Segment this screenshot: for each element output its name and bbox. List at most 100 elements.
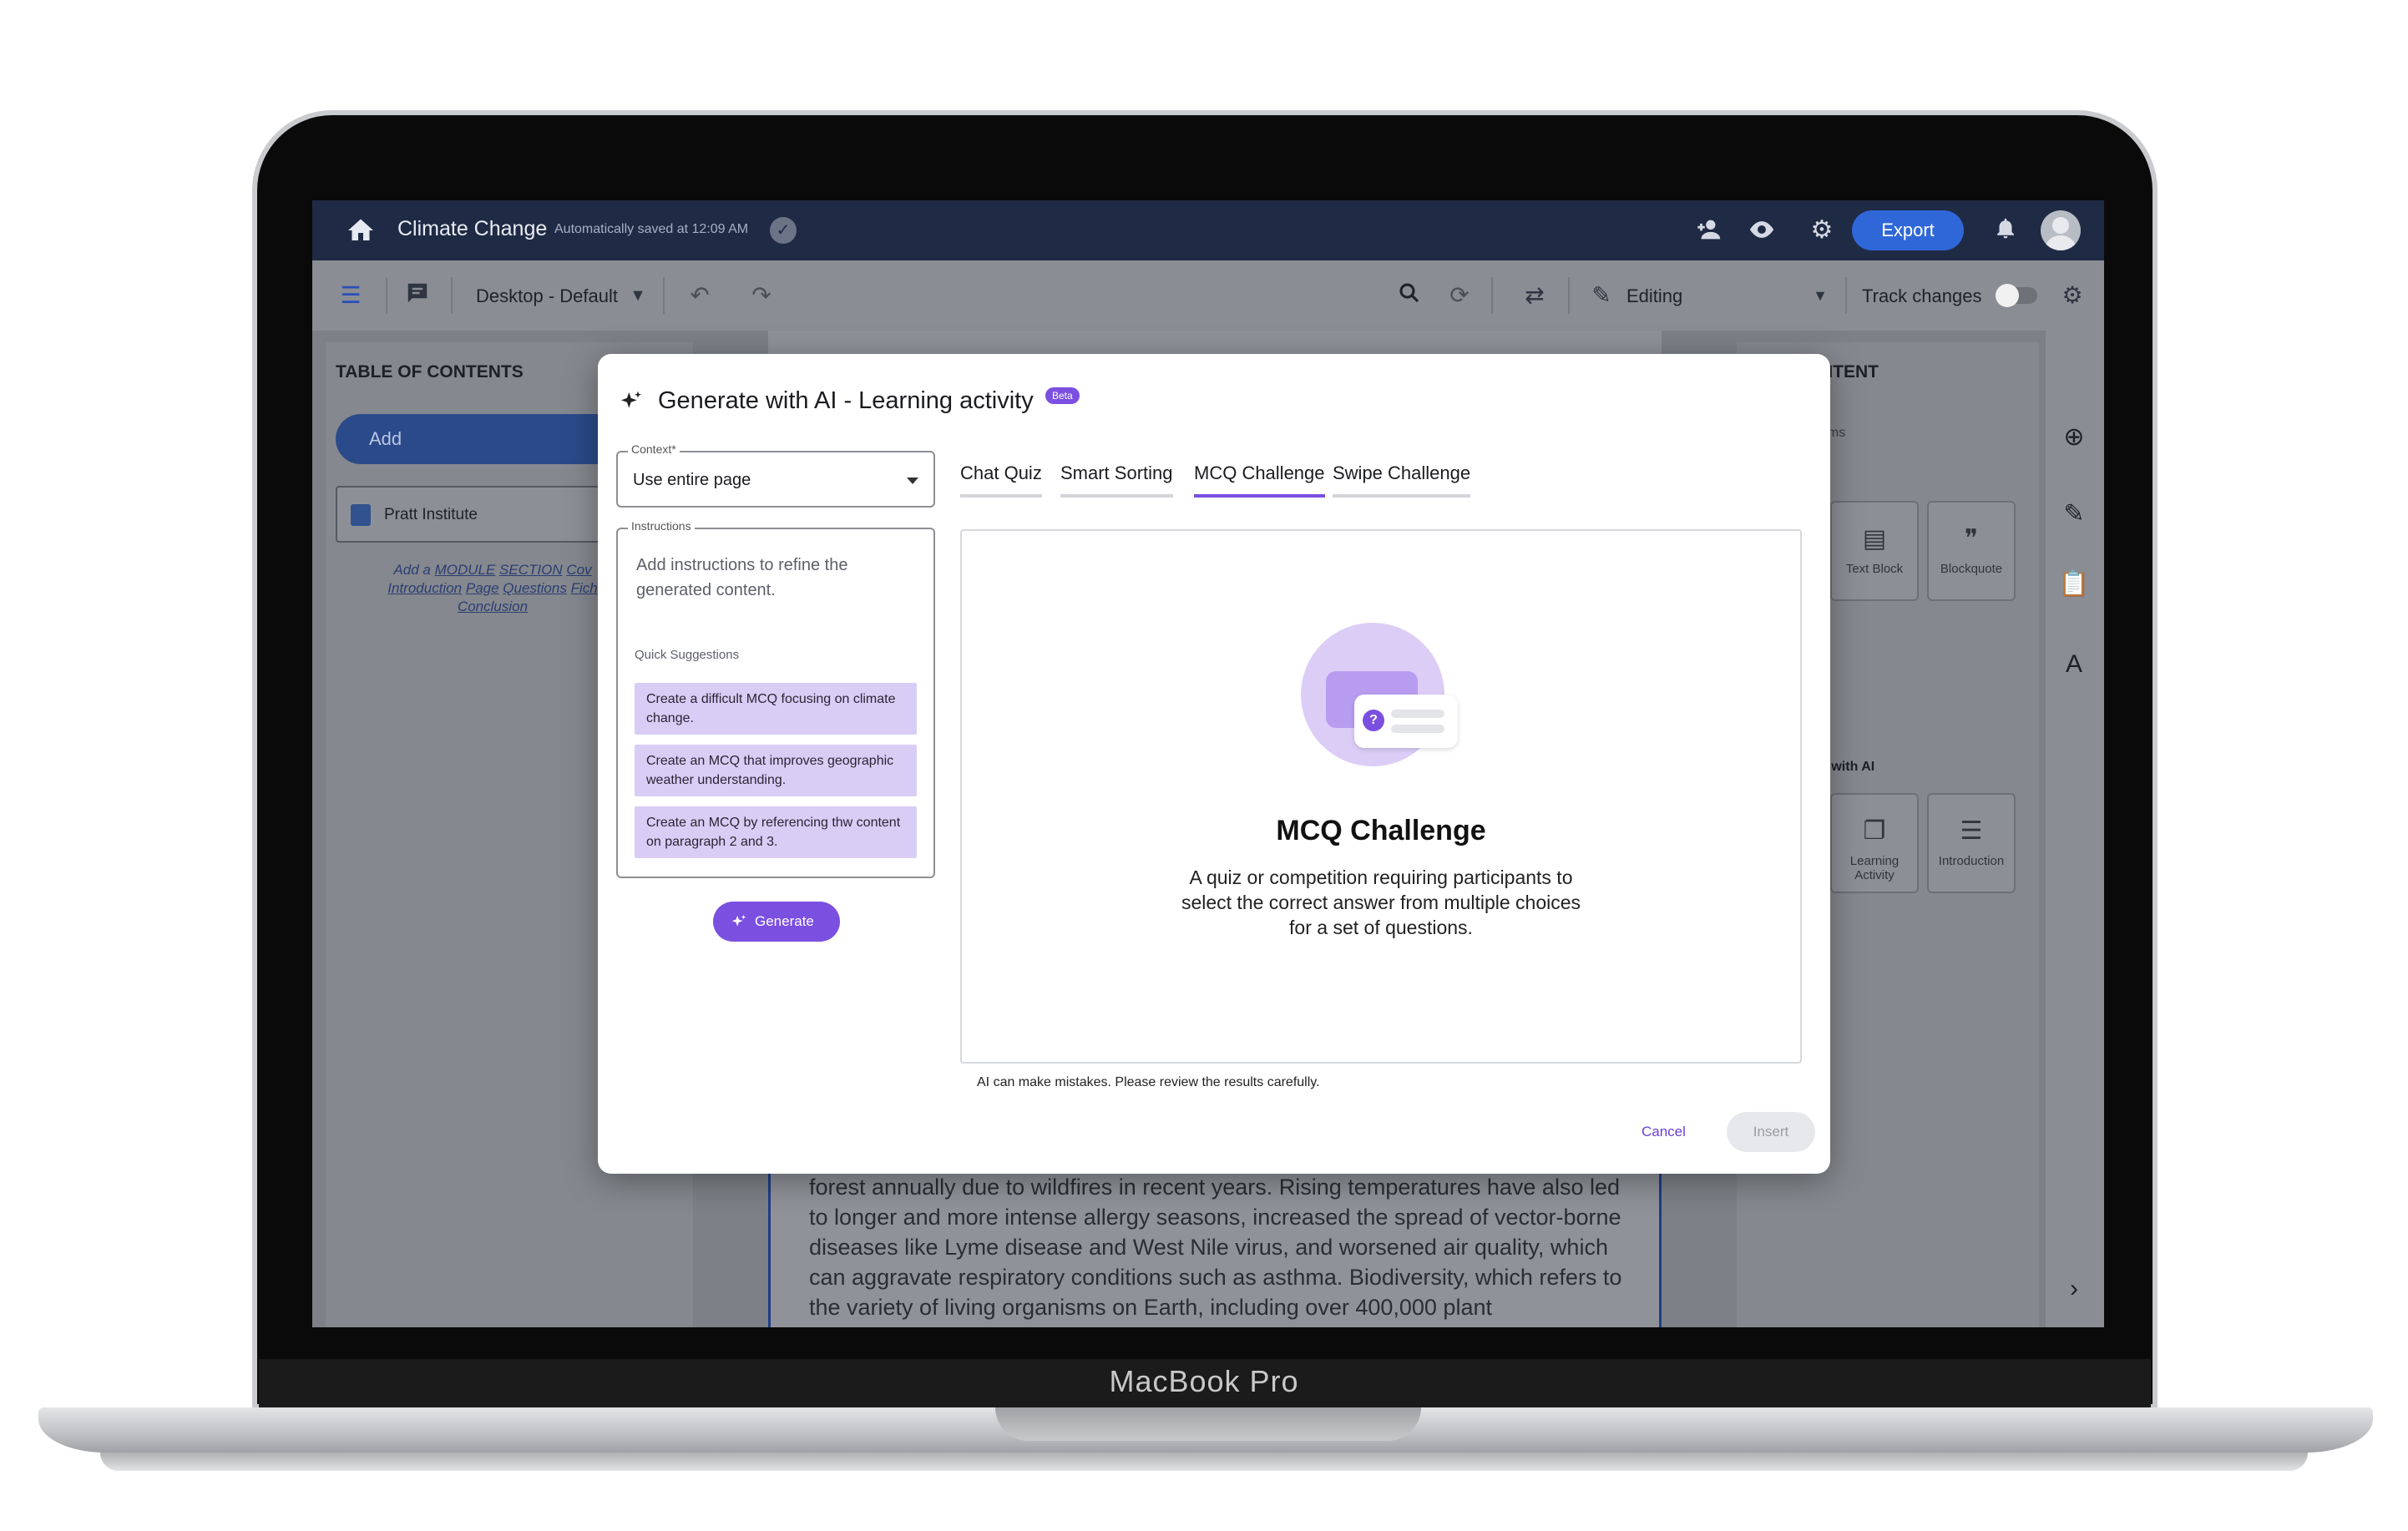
- introduction-icon: ☰: [1960, 817, 1983, 845]
- search-icon[interactable]: [1394, 280, 1424, 311]
- generate-label: Generate: [755, 913, 814, 929]
- tab-swipe-challenge[interactable]: Swipe Challenge: [1333, 462, 1471, 498]
- hint-prefix: Add a: [393, 562, 431, 578]
- home-icon[interactable]: [346, 215, 376, 245]
- side-rail: ⊕ ✎ 📋 A ›: [2046, 331, 2104, 1327]
- track-changes-label: Track changes: [1862, 285, 1982, 306]
- instructions-placeholder[interactable]: Add instructions to refine the generated…: [636, 553, 912, 603]
- toolbar-divider: [386, 277, 387, 314]
- comment-icon[interactable]: [402, 280, 433, 311]
- activity-preview: ? MCQ Challenge A quiz or competition re…: [960, 529, 1802, 1064]
- document-page: Glacier National Park since 1850, and th…: [768, 1144, 1662, 1327]
- tile-label: Blockquote: [1940, 562, 2003, 576]
- toolbar-divider: [1845, 277, 1847, 314]
- preview-description: A quiz or competition requiring particip…: [1181, 867, 1581, 938]
- mode-select[interactable]: Editing: [1626, 285, 1682, 307]
- list-icon[interactable]: ☰: [336, 280, 366, 311]
- add-person-icon[interactable]: [1693, 215, 1723, 245]
- cancel-button[interactable]: Cancel: [1642, 1124, 1686, 1140]
- laptop-shadow: [100, 1453, 2308, 1471]
- hint-link[interactable]: Fich: [571, 580, 598, 596]
- tile-label: Learning Activity: [1849, 854, 1900, 882]
- mcq-illustration-card: ?: [1354, 695, 1458, 748]
- bell-icon[interactable]: [1991, 215, 2021, 245]
- context-select[interactable]: Context* Use entire page: [616, 442, 935, 508]
- toc-item-label: Pratt Institute: [384, 506, 478, 523]
- hint-link[interactable]: Cov: [566, 562, 591, 578]
- avatar[interactable]: [2041, 210, 2081, 250]
- chevron-down-icon[interactable]: ▼: [623, 280, 653, 311]
- hint-link[interactable]: Questions: [503, 580, 567, 596]
- preview-title: MCQ Challenge: [1276, 815, 1486, 846]
- screen: Climate Change Automatically saved at 12…: [312, 200, 2104, 1327]
- tab-chat-quiz[interactable]: Chat Quiz: [960, 462, 1042, 498]
- placeholder-line: [1391, 710, 1444, 718]
- track-changes-toggle[interactable]: [1996, 284, 2037, 307]
- insert-button[interactable]: Insert: [1727, 1112, 1815, 1152]
- document-title[interactable]: Climate Change: [397, 217, 547, 241]
- suggestion-chip[interactable]: Create a difficult MCQ focusing on clima…: [635, 683, 917, 735]
- sync-icon[interactable]: ⇄: [1520, 280, 1550, 311]
- toolbar-divider: [1491, 277, 1493, 314]
- view-mode-select[interactable]: Desktop - Default: [476, 285, 618, 307]
- toc-item[interactable]: Pratt Institute: [336, 486, 636, 543]
- suggestion-chip[interactable]: Create an MCQ by referencing thw content…: [635, 806, 917, 858]
- redo-icon[interactable]: ↷: [746, 280, 777, 311]
- learning-activity-icon: ❐: [1863, 817, 1886, 845]
- export-button[interactable]: Export: [1852, 210, 1964, 250]
- stage: MacBook Pro Climate Change Automatically…: [0, 0, 2408, 1531]
- eye-icon[interactable]: [1747, 215, 1777, 245]
- save-status: Automatically saved at 12:09 AM: [554, 222, 749, 236]
- clipboard-icon[interactable]: 📋: [2057, 568, 2091, 601]
- spellcheck-icon[interactable]: A: [2057, 648, 2091, 681]
- dialog-title: Generate with AI - Learning activity: [658, 387, 1034, 414]
- toolbar-divider: [1568, 277, 1570, 314]
- laptop-notch: [995, 1407, 1421, 1441]
- tab-mcq-challenge[interactable]: MCQ Challenge: [1194, 462, 1325, 498]
- hint-link[interactable]: Introduction: [387, 580, 462, 596]
- quick-suggestions-label: Quick Suggestions: [635, 648, 740, 662]
- text-block-icon: ▤: [1862, 525, 1887, 553]
- settings-icon[interactable]: ⚙: [2057, 280, 2087, 311]
- introduction-tile[interactable]: ☰ Introduction: [1927, 793, 2016, 893]
- context-value: Use entire page: [633, 471, 751, 489]
- editor-toolbar: ☰ Desktop - Default ▼ ↶ ↷ ⟳ ⇄ ✎ Editing …: [312, 260, 2104, 331]
- generate-button[interactable]: Generate: [713, 902, 840, 942]
- generate-ai-dialog: Generate with AI - Learning activity Bet…: [598, 354, 1830, 1174]
- hint-link[interactable]: Conclusion: [458, 599, 528, 614]
- tab-smart-sorting[interactable]: Smart Sorting: [1060, 462, 1173, 498]
- text-block-tile[interactable]: ▤ Text Block: [1830, 501, 1919, 601]
- laptop-brand: MacBook Pro: [1109, 1364, 1299, 1398]
- tile-label: Introduction: [1938, 854, 2005, 868]
- pencil-icon[interactable]: ✎: [2057, 498, 2091, 531]
- quote-icon: ❞: [1964, 525, 1979, 553]
- add-circle-icon[interactable]: ⊕: [2057, 421, 2091, 454]
- hint-link[interactable]: MODULE: [435, 562, 496, 578]
- blockquote-tile[interactable]: ❞ Blockquote: [1927, 501, 2016, 601]
- toolbar-divider: [663, 277, 665, 314]
- pencil-icon[interactable]: ✎: [1586, 280, 1616, 311]
- sparkle-icon: [731, 914, 746, 927]
- sparkle-icon: [621, 391, 641, 408]
- chevron-down-icon: [907, 477, 918, 484]
- ai-disclaimer: AI can make mistakes. Please review the …: [977, 1075, 1320, 1089]
- toolbar-divider: [451, 277, 453, 314]
- gear-icon[interactable]: ⚙: [1807, 215, 1837, 245]
- undo-icon[interactable]: ↶: [685, 280, 715, 311]
- search-replace-icon[interactable]: ⟳: [1444, 280, 1475, 311]
- chevron-right-icon[interactable]: ›: [2057, 1272, 2091, 1306]
- instructions-field[interactable]: Instructions Add instructions to refine …: [616, 519, 935, 878]
- beta-badge: Beta: [1045, 387, 1080, 404]
- chevron-down-icon[interactable]: ▼: [1805, 280, 1835, 311]
- hint-link[interactable]: Page: [466, 580, 499, 596]
- instructions-label: Instructions: [628, 519, 695, 533]
- hint-link[interactable]: SECTION: [499, 562, 563, 578]
- check-circle-icon: ✓: [770, 217, 797, 244]
- learning-activity-tile[interactable]: ❐ Learning Activity: [1830, 793, 1919, 893]
- add-button[interactable]: Add: [336, 414, 636, 464]
- top-bar: Climate Change Automatically saved at 12…: [312, 200, 2104, 260]
- document-icon: [351, 504, 371, 526]
- suggestion-chip[interactable]: Create an MCQ that improves geographic w…: [635, 745, 917, 796]
- placeholder-line: [1391, 725, 1444, 733]
- question-icon: ?: [1363, 710, 1384, 731]
